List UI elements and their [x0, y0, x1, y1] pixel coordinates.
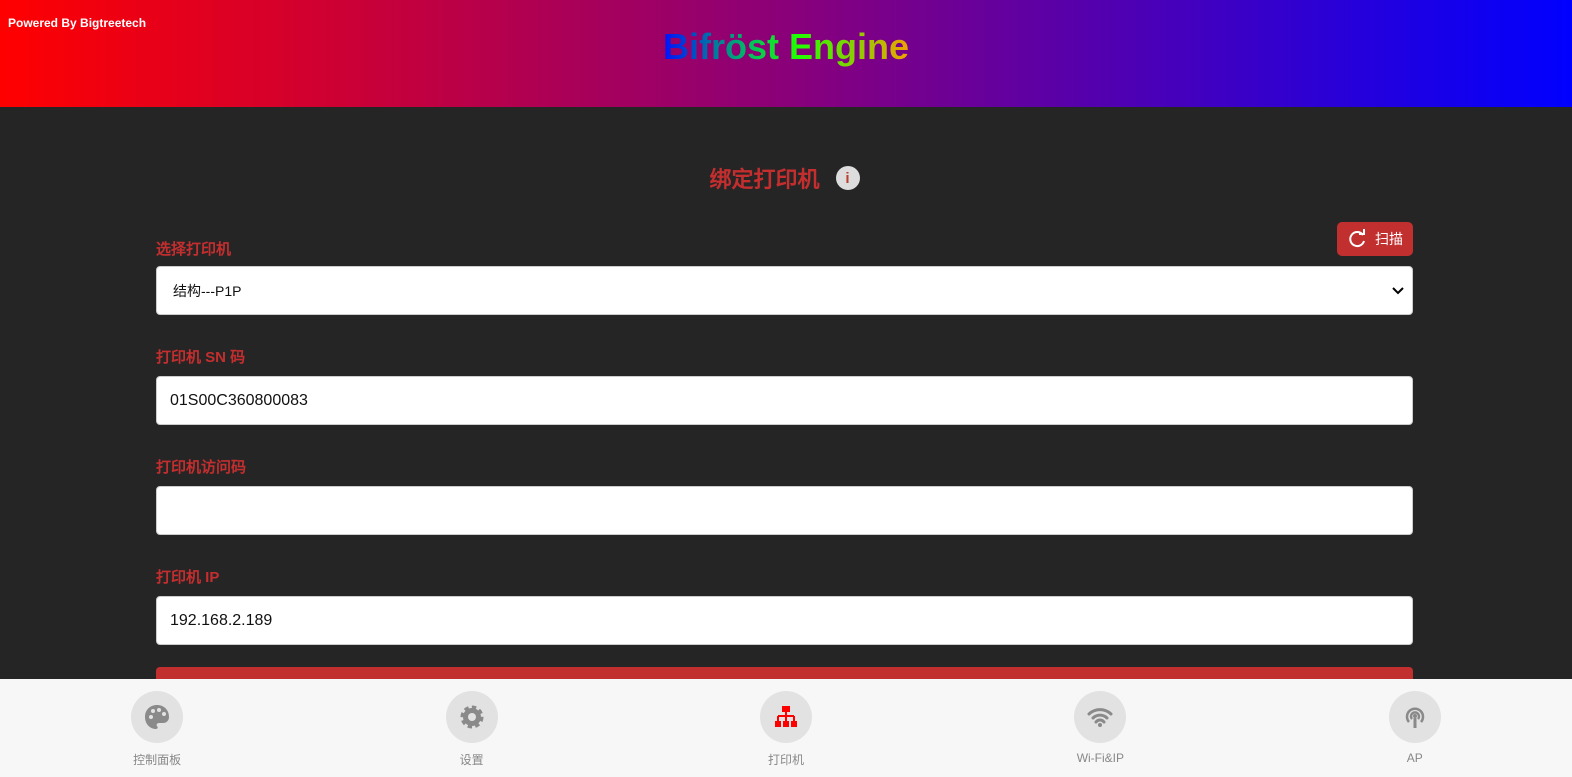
palette-icon	[145, 705, 170, 729]
ip-input[interactable]: 192.168.2.189	[156, 596, 1413, 645]
sn-input[interactable]: 01S00C360800083	[156, 376, 1413, 425]
selected-printer: 结构---P1P	[173, 282, 242, 299]
access-code-label: 打印机访问码	[156, 459, 247, 476]
page-title: 绑定打印机	[709, 167, 820, 192]
brand-title: Bifröst Engine	[662, 26, 909, 67]
network-icon	[774, 706, 797, 727]
nav-item-ap[interactable]: AP	[1355, 679, 1475, 777]
header: Powered By Bigtreetech Bifröst Engine	[0, 0, 1572, 107]
nav-item-control-panel[interactable]: 控制面板	[97, 679, 217, 777]
bottom-nav: 控制面板 设置 打印机 Wi-Fi&IP AP	[0, 679, 1572, 777]
antenna-icon	[1405, 707, 1424, 728]
access-code-input[interactable]	[156, 486, 1413, 535]
wifi-icon	[1087, 708, 1113, 727]
select-printer-label: 选择打印机	[156, 241, 232, 258]
nav-item-wifi[interactable]: Wi-Fi&IP	[1040, 679, 1160, 777]
ip-label: 打印机 IP	[156, 569, 220, 586]
scan-button[interactable]: 扫描	[1337, 222, 1413, 256]
chevron-down-icon	[1392, 286, 1404, 294]
bind-printer-form: 绑定打印机 i 扫描 选择打印机 结构---P1P 打印机 SN 码 01S00…	[156, 107, 1413, 697]
gear-icon	[460, 705, 484, 729]
scan-label: 扫描	[1375, 231, 1403, 247]
nav-item-printer[interactable]: 打印机	[726, 679, 846, 777]
info-icon[interactable]: i	[835, 166, 860, 190]
refresh-icon	[1349, 229, 1365, 248]
printer-select[interactable]: 结构---P1P	[156, 266, 1413, 315]
nav-item-settings[interactable]: 设置	[412, 679, 532, 777]
sn-label: 打印机 SN 码	[156, 349, 246, 366]
